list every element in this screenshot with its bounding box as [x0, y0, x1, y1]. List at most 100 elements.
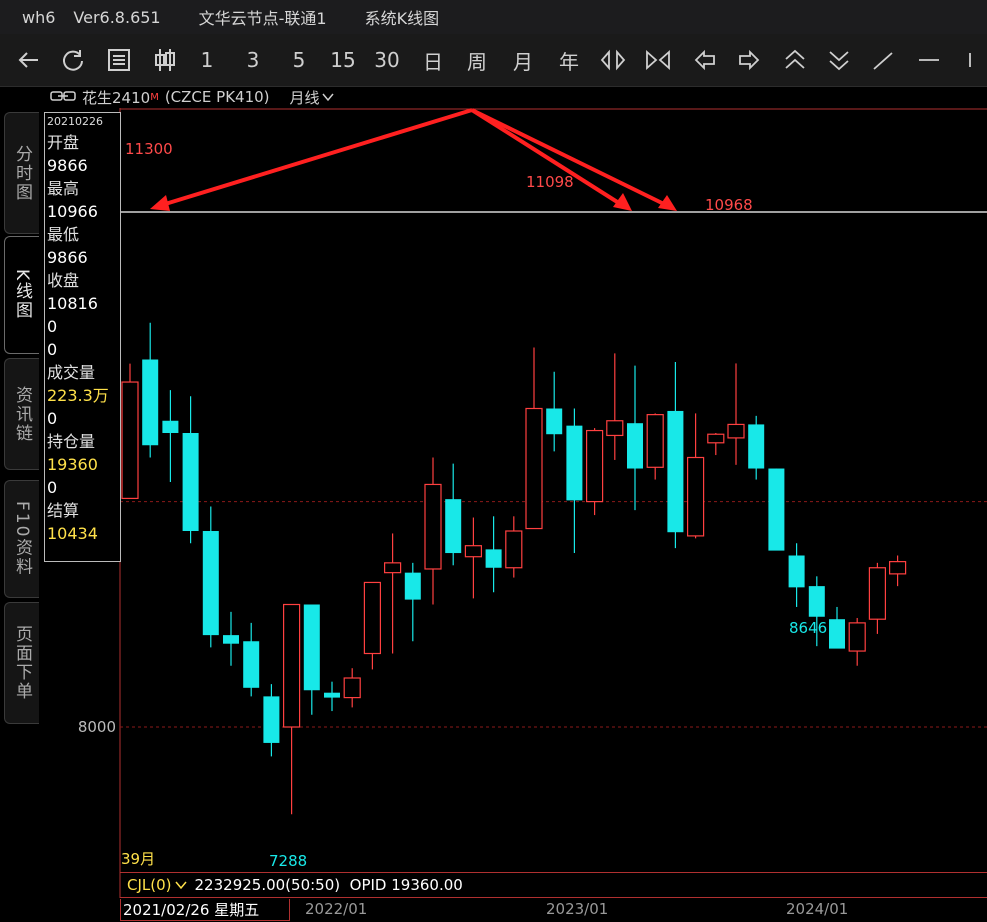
candle[interactable]: [727, 363, 745, 465]
period-3m-button[interactable]: 3: [238, 43, 268, 77]
period-day-button[interactable]: 日: [418, 43, 448, 77]
candle[interactable]: [667, 361, 684, 549]
candle[interactable]: [464, 517, 482, 599]
bar-count-label: 39月: [121, 850, 155, 868]
x-tick-2024: 2024/01: [786, 900, 849, 918]
kline-chart[interactable]: 8000 11300 11098 10968 8646 7288 39月: [0, 108, 987, 922]
back-arrow-icon[interactable]: [14, 43, 44, 77]
candle[interactable]: [485, 516, 502, 593]
candle-body: [283, 603, 301, 728]
list-icon[interactable]: [104, 43, 134, 77]
period-30m-button[interactable]: 30: [372, 43, 402, 77]
instrument-name[interactable]: 花生2410: [82, 87, 150, 108]
period-selector[interactable]: 月线: [290, 87, 320, 108]
candle[interactable]: [404, 562, 421, 642]
candle[interactable]: [848, 617, 866, 666]
chevron-down-icon[interactable]: [174, 876, 187, 894]
candle[interactable]: [686, 413, 705, 539]
candle[interactable]: [263, 684, 280, 757]
period-5m-button[interactable]: 5: [284, 43, 314, 77]
candle[interactable]: [868, 562, 887, 634]
candle[interactable]: [566, 408, 583, 554]
candle-body: [888, 561, 907, 575]
period-year-button[interactable]: 年: [554, 43, 584, 77]
candle[interactable]: [303, 604, 320, 715]
x-tick-2023: 2023/01: [546, 900, 609, 918]
period-15m-button[interactable]: 15: [328, 43, 358, 77]
candle[interactable]: [546, 371, 563, 452]
candle-body: [566, 425, 583, 501]
period-1m-button[interactable]: 1: [192, 43, 222, 77]
indicator-name[interactable]: CJL(0): [127, 876, 172, 894]
toolbar: 1 3 5 15 30 日 周 月 年: [0, 34, 987, 87]
vline-icon[interactable]: [960, 43, 980, 77]
candle-body: [829, 619, 845, 649]
scroll-left-icon[interactable]: [690, 43, 720, 77]
instrument-code: (CZCE PK410): [164, 88, 270, 106]
chevrons-down-icon[interactable]: [824, 43, 854, 77]
trendline-icon[interactable]: [868, 43, 898, 77]
candle[interactable]: [646, 413, 664, 480]
hline-icon[interactable]: [914, 43, 944, 77]
candle-body: [445, 499, 462, 554]
candle-body: [707, 433, 725, 444]
candle[interactable]: [445, 463, 462, 566]
current-date: 2021/02/26 星期五: [120, 899, 290, 921]
candle[interactable]: [788, 543, 805, 607]
candle[interactable]: [829, 606, 845, 649]
extra-value-2: 0: [47, 340, 58, 359]
zoom-in-icon[interactable]: [598, 43, 628, 77]
zoom-out-icon[interactable]: [643, 43, 673, 77]
data-panel: 20210226 开盘 9866 最高 10966 最低 9866 收盘 108…: [44, 112, 121, 562]
candle[interactable]: [505, 516, 523, 578]
chevrons-up-icon[interactable]: [780, 43, 810, 77]
window-title: 系统K线图: [364, 9, 440, 28]
candle[interactable]: [121, 363, 139, 500]
title-bar: wh6 Ver6.8.651 文华云节点-联通1 系统K线图: [0, 0, 987, 34]
close-value: 10816: [47, 294, 98, 313]
candle[interactable]: [202, 506, 219, 648]
candle[interactable]: [768, 468, 785, 551]
candle[interactable]: [384, 533, 402, 654]
candlestick-icon[interactable]: [150, 43, 180, 77]
refresh-icon[interactable]: [58, 43, 88, 77]
candle[interactable]: [585, 428, 604, 516]
candle-body: [121, 381, 139, 500]
period-month-button[interactable]: 月: [508, 43, 538, 77]
candle[interactable]: [424, 457, 442, 605]
candle-body: [727, 423, 745, 439]
candle[interactable]: [343, 668, 361, 708]
candle-body: [808, 586, 825, 617]
candle[interactable]: [243, 622, 260, 697]
candle[interactable]: [627, 365, 643, 511]
candle[interactable]: [748, 415, 765, 480]
low-label: 最低: [47, 225, 80, 244]
candle-body: [525, 407, 543, 530]
candle[interactable]: [162, 390, 179, 482]
candle[interactable]: [707, 433, 725, 456]
candle-body: [686, 456, 705, 537]
scroll-right-icon[interactable]: [734, 43, 764, 77]
open-label: 开盘: [47, 133, 80, 152]
candle[interactable]: [363, 581, 381, 670]
chevron-down-icon[interactable]: [321, 88, 334, 106]
candle[interactable]: [142, 322, 159, 458]
link-icon[interactable]: [50, 88, 76, 106]
candle[interactable]: [182, 396, 199, 544]
settle-value: 10434: [47, 524, 98, 543]
settle-label: 结算: [47, 501, 80, 520]
oi-label: 持仓量: [47, 432, 96, 451]
instrument-badge: M: [150, 91, 159, 103]
candle-body: [627, 423, 643, 469]
candle[interactable]: [525, 347, 543, 530]
candle[interactable]: [324, 681, 340, 712]
period-week-button[interactable]: 周: [462, 43, 492, 77]
candle-body: [788, 555, 805, 588]
x-tick-2022: 2022/01: [305, 900, 368, 918]
candle[interactable]: [606, 353, 624, 460]
candle[interactable]: [888, 555, 907, 587]
candle[interactable]: [223, 611, 239, 666]
candle-body: [667, 410, 684, 533]
candle-body: [646, 414, 664, 468]
candle[interactable]: [283, 603, 301, 815]
